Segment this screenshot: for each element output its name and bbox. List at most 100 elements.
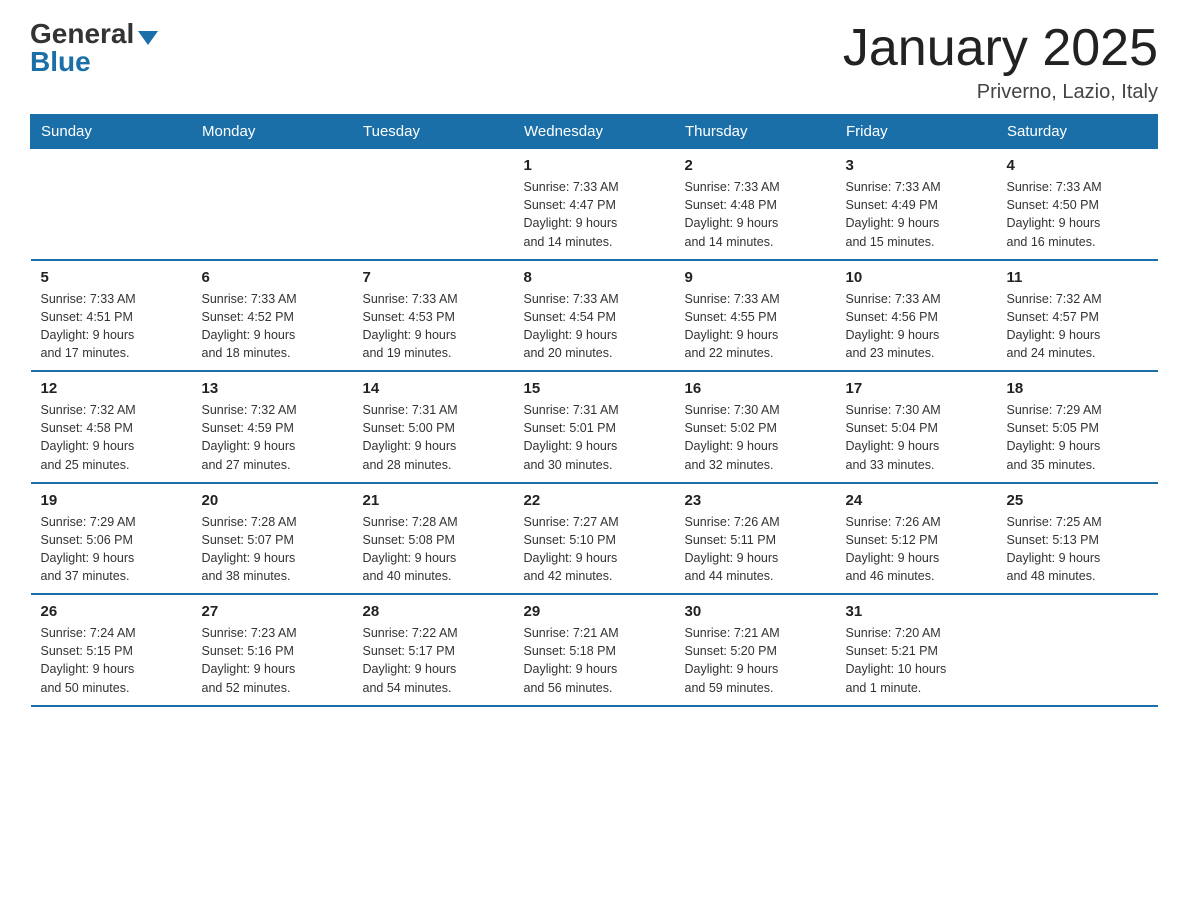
calendar-cell: 9 Sunrise: 7:33 AMSunset: 4:55 PMDaylight… xyxy=(675,260,836,372)
day-number: 9 xyxy=(685,269,826,286)
calendar-cell: 11 Sunrise: 7:32 AMSunset: 4:57 PMDayligh… xyxy=(997,260,1158,372)
calendar-cell: 6 Sunrise: 7:33 AMSunset: 4:52 PMDaylight… xyxy=(192,260,353,372)
calendar-cell: 2 Sunrise: 7:33 AMSunset: 4:48 PMDaylight… xyxy=(675,149,836,260)
calendar-cell: 23Sunrise: 7:26 AMSunset: 5:11 PMDayligh… xyxy=(675,483,836,595)
day-info: Sunrise: 7:30 AMSunset: 5:02 PMDaylight:… xyxy=(685,401,826,474)
day-number: 26 xyxy=(41,603,182,620)
day-number: 16 xyxy=(685,380,826,397)
logo-top: General xyxy=(30,20,158,48)
day-number: 14 xyxy=(363,380,504,397)
day-info: Sunrise: 7:26 AMSunset: 5:11 PMDaylight:… xyxy=(685,513,826,586)
day-info: Sunrise: 7:24 AMSunset: 5:15 PMDaylight:… xyxy=(41,624,182,697)
day-info: Sunrise: 7:28 AMSunset: 5:07 PMDaylight:… xyxy=(202,513,343,586)
day-number: 17 xyxy=(846,380,987,397)
calendar-cell: 5 Sunrise: 7:33 AMSunset: 4:51 PMDaylight… xyxy=(31,260,192,372)
calendar-cell xyxy=(997,594,1158,706)
calendar-cell: 7Sunrise: 7:33 AMSunset: 4:53 PMDaylight… xyxy=(353,260,514,372)
day-info: Sunrise: 7:33 AMSunset: 4:52 PMDaylight:… xyxy=(202,290,343,363)
day-number: 29 xyxy=(524,603,665,620)
calendar-cell xyxy=(353,149,514,260)
day-info: Sunrise: 7:21 AMSunset: 5:20 PMDaylight:… xyxy=(685,624,826,697)
calendar-cell: 31Sunrise: 7:20 AMSunset: 5:21 PMDayligh… xyxy=(836,594,997,706)
day-number: 21 xyxy=(363,492,504,509)
header-cell-thursday: Thursday xyxy=(675,115,836,149)
day-number: 4 xyxy=(1007,157,1148,174)
day-info: Sunrise: 7:32 AMSunset: 4:57 PMDaylight:… xyxy=(1007,290,1148,363)
day-number: 28 xyxy=(363,603,504,620)
day-info: Sunrise: 7:33 AMSunset: 4:54 PMDaylight:… xyxy=(524,290,665,363)
page-header: General Blue January 2025 Priverno, Lazi… xyxy=(30,20,1158,104)
calendar-cell: 24 Sunrise: 7:26 AMSunset: 5:12 PMDayligh… xyxy=(836,483,997,595)
calendar-cell: 17 Sunrise: 7:30 AMSunset: 5:04 PMDayligh… xyxy=(836,371,997,483)
calendar-week-4: 26 Sunrise: 7:24 AMSunset: 5:15 PMDayligh… xyxy=(31,594,1158,706)
title-block: January 2025 Priverno, Lazio, Italy xyxy=(843,20,1158,104)
logo: General Blue xyxy=(30,20,158,76)
day-number: 30 xyxy=(685,603,826,620)
header-cell-monday: Monday xyxy=(192,115,353,149)
day-info: Sunrise: 7:33 AMSunset: 4:50 PMDaylight:… xyxy=(1007,178,1148,251)
calendar-cell: 19 Sunrise: 7:29 AMSunset: 5:06 PMDayligh… xyxy=(31,483,192,595)
calendar-cell: 1Sunrise: 7:33 AMSunset: 4:47 PMDaylight… xyxy=(514,149,675,260)
day-info: Sunrise: 7:31 AMSunset: 5:00 PMDaylight:… xyxy=(363,401,504,474)
day-number: 15 xyxy=(524,380,665,397)
calendar-week-0: 1Sunrise: 7:33 AMSunset: 4:47 PMDaylight… xyxy=(31,149,1158,260)
calendar-week-2: 12Sunrise: 7:32 AMSunset: 4:58 PMDayligh… xyxy=(31,371,1158,483)
calendar-cell: 13Sunrise: 7:32 AMSunset: 4:59 PMDayligh… xyxy=(192,371,353,483)
day-number: 1 xyxy=(524,157,665,174)
calendar-week-1: 5 Sunrise: 7:33 AMSunset: 4:51 PMDaylight… xyxy=(31,260,1158,372)
day-info: Sunrise: 7:33 AMSunset: 4:53 PMDaylight:… xyxy=(363,290,504,363)
day-info: Sunrise: 7:33 AMSunset: 4:56 PMDaylight:… xyxy=(846,290,987,363)
day-info: Sunrise: 7:33 AMSunset: 4:48 PMDaylight:… xyxy=(685,178,826,251)
calendar-body: 1Sunrise: 7:33 AMSunset: 4:47 PMDaylight… xyxy=(31,149,1158,706)
day-info: Sunrise: 7:30 AMSunset: 5:04 PMDaylight:… xyxy=(846,401,987,474)
header-cell-tuesday: Tuesday xyxy=(353,115,514,149)
day-info: Sunrise: 7:27 AMSunset: 5:10 PMDaylight:… xyxy=(524,513,665,586)
day-info: Sunrise: 7:26 AMSunset: 5:12 PMDaylight:… xyxy=(846,513,987,586)
day-number: 6 xyxy=(202,269,343,286)
logo-general-text: General xyxy=(30,18,134,49)
day-number: 27 xyxy=(202,603,343,620)
calendar-cell: 14 Sunrise: 7:31 AMSunset: 5:00 PMDayligh… xyxy=(353,371,514,483)
header-cell-saturday: Saturday xyxy=(997,115,1158,149)
day-info: Sunrise: 7:29 AMSunset: 5:06 PMDaylight:… xyxy=(41,513,182,586)
calendar-cell xyxy=(192,149,353,260)
calendar-cell: 26 Sunrise: 7:24 AMSunset: 5:15 PMDayligh… xyxy=(31,594,192,706)
day-info: Sunrise: 7:23 AMSunset: 5:16 PMDaylight:… xyxy=(202,624,343,697)
day-number: 10 xyxy=(846,269,987,286)
calendar-cell: 25 Sunrise: 7:25 AMSunset: 5:13 PMDayligh… xyxy=(997,483,1158,595)
logo-blue-text: Blue xyxy=(30,48,91,76)
header-cell-friday: Friday xyxy=(836,115,997,149)
day-number: 19 xyxy=(41,492,182,509)
day-number: 2 xyxy=(685,157,826,174)
calendar-cell: 8 Sunrise: 7:33 AMSunset: 4:54 PMDaylight… xyxy=(514,260,675,372)
calendar-header: SundayMondayTuesdayWednesdayThursdayFrid… xyxy=(31,115,1158,149)
calendar-cell: 28 Sunrise: 7:22 AMSunset: 5:17 PMDayligh… xyxy=(353,594,514,706)
day-info: Sunrise: 7:21 AMSunset: 5:18 PMDaylight:… xyxy=(524,624,665,697)
day-info: Sunrise: 7:33 AMSunset: 4:55 PMDaylight:… xyxy=(685,290,826,363)
day-number: 24 xyxy=(846,492,987,509)
day-info: Sunrise: 7:22 AMSunset: 5:17 PMDaylight:… xyxy=(363,624,504,697)
calendar-cell: 27 Sunrise: 7:23 AMSunset: 5:16 PMDayligh… xyxy=(192,594,353,706)
day-info: Sunrise: 7:20 AMSunset: 5:21 PMDaylight:… xyxy=(846,624,987,697)
day-number: 11 xyxy=(1007,269,1148,286)
day-info: Sunrise: 7:32 AMSunset: 4:59 PMDaylight:… xyxy=(202,401,343,474)
calendar-cell xyxy=(31,149,192,260)
calendar-cell: 16 Sunrise: 7:30 AMSunset: 5:02 PMDayligh… xyxy=(675,371,836,483)
day-number: 5 xyxy=(41,269,182,286)
day-info: Sunrise: 7:33 AMSunset: 4:51 PMDaylight:… xyxy=(41,290,182,363)
calendar-cell: 30 Sunrise: 7:21 AMSunset: 5:20 PMDayligh… xyxy=(675,594,836,706)
day-info: Sunrise: 7:25 AMSunset: 5:13 PMDaylight:… xyxy=(1007,513,1148,586)
day-number: 20 xyxy=(202,492,343,509)
calendar-cell: 12Sunrise: 7:32 AMSunset: 4:58 PMDayligh… xyxy=(31,371,192,483)
header-cell-sunday: Sunday xyxy=(31,115,192,149)
location-text: Priverno, Lazio, Italy xyxy=(843,81,1158,104)
logo-triangle-icon xyxy=(138,31,158,45)
day-number: 8 xyxy=(524,269,665,286)
day-number: 25 xyxy=(1007,492,1148,509)
calendar-cell: 15Sunrise: 7:31 AMSunset: 5:01 PMDayligh… xyxy=(514,371,675,483)
calendar-cell: 4 Sunrise: 7:33 AMSunset: 4:50 PMDaylight… xyxy=(997,149,1158,260)
day-info: Sunrise: 7:29 AMSunset: 5:05 PMDaylight:… xyxy=(1007,401,1148,474)
month-title: January 2025 xyxy=(843,20,1158,77)
day-info: Sunrise: 7:32 AMSunset: 4:58 PMDaylight:… xyxy=(41,401,182,474)
calendar-cell: 22Sunrise: 7:27 AMSunset: 5:10 PMDayligh… xyxy=(514,483,675,595)
